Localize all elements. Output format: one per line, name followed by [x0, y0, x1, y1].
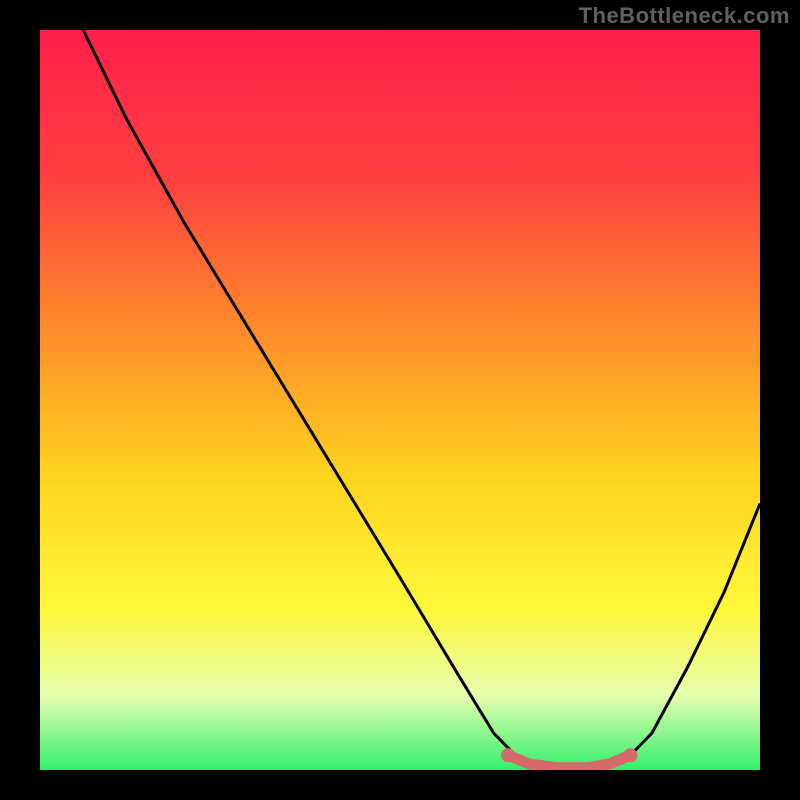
gradient-background — [40, 30, 760, 770]
highlight-endpoint-dot — [501, 748, 515, 762]
highlight-endpoint-dot — [623, 748, 637, 762]
bottleneck-chart — [40, 30, 760, 770]
chart-svg — [40, 30, 760, 770]
watermark-text: TheBottleneck.com — [579, 3, 790, 29]
